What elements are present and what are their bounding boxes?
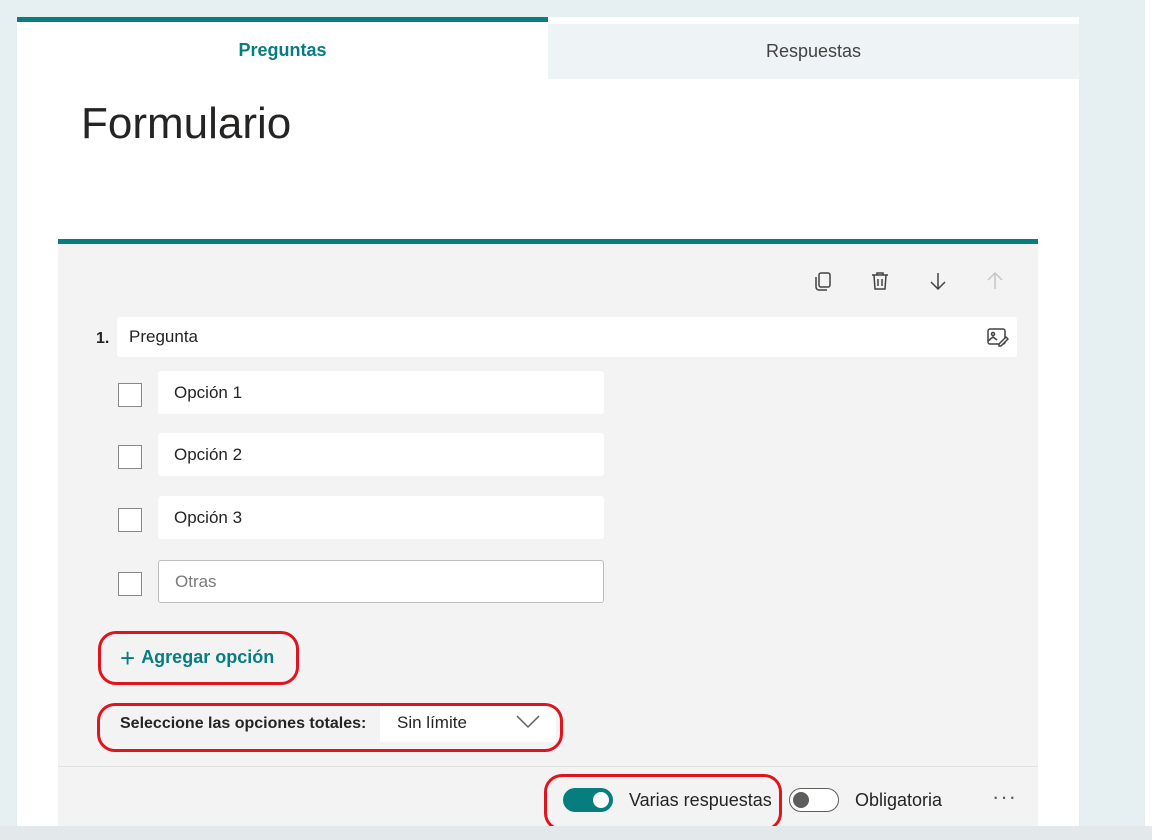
option-input-1[interactable]: Opción 1 [158, 371, 604, 414]
add-option-label: Agregar opción [141, 647, 275, 667]
option-input-2[interactable]: Opción 2 [158, 433, 604, 476]
window-edge [1145, 0, 1152, 840]
plus-icon: + [120, 642, 136, 673]
multiple-answers-toggle[interactable] [563, 788, 613, 812]
option-checkbox-other[interactable] [118, 572, 142, 596]
form-editor-card: Preguntas Respuestas Formulario 1. Pregu… [17, 17, 1079, 840]
more-options-button[interactable]: ··· [992, 784, 1017, 810]
trash-icon [872, 272, 888, 290]
tab-questions[interactable]: Preguntas [17, 17, 548, 79]
select-total-label: Seleccione las opciones totales: [120, 715, 367, 732]
move-down-button[interactable] [921, 264, 955, 298]
delete-button[interactable] [863, 264, 897, 298]
question-title-text: Pregunta [129, 327, 198, 346]
move-up-button[interactable] [978, 264, 1012, 298]
select-total-dropdown[interactable]: Sin límite [380, 703, 556, 742]
toggle-knob [593, 792, 609, 808]
option-checkbox-2[interactable] [118, 445, 142, 469]
tab-bar: Preguntas Respuestas [17, 17, 1079, 79]
question-card: 1. Pregunta Opción 1 Opción 2 Opción 3 O… [58, 239, 1038, 840]
select-total-value: Sin límite [397, 712, 467, 732]
add-option-button[interactable]: + Agregar opción [120, 642, 275, 673]
copy-icon [815, 272, 831, 291]
question-number: 1. [96, 330, 110, 347]
question-title-input[interactable]: Pregunta [117, 317, 1017, 357]
required-toggle[interactable] [789, 788, 839, 812]
multiple-answers-label: Varias respuestas [629, 790, 772, 810]
chevron-down-icon [516, 715, 540, 729]
required-label: Obligatoria [855, 790, 943, 810]
option-checkbox-3[interactable] [118, 508, 142, 532]
arrow-down-icon [930, 273, 946, 291]
form-title[interactable]: Formulario [81, 99, 291, 149]
copy-button[interactable] [806, 264, 840, 298]
insert-image-icon[interactable] [985, 325, 1009, 349]
toggle-knob [793, 792, 809, 808]
taskbar-strip [0, 826, 1152, 840]
other-option-input[interactable]: Otras [158, 560, 604, 603]
option-input-3[interactable]: Opción 3 [158, 496, 604, 539]
tab-responses[interactable]: Respuestas [548, 24, 1079, 79]
arrow-up-icon [987, 271, 1003, 289]
question-footer-divider [58, 766, 1038, 767]
option-checkbox-1[interactable] [118, 383, 142, 407]
